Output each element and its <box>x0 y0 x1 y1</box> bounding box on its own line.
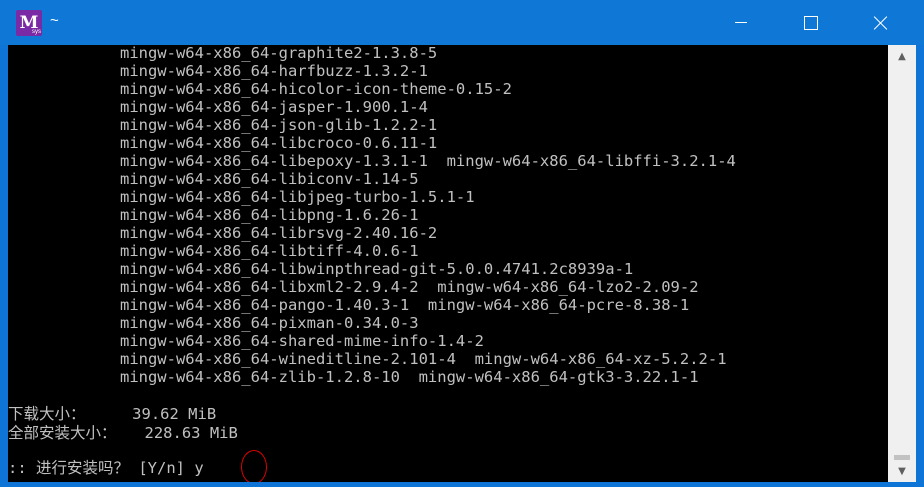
title-bar[interactable]: M sys ~ <box>0 0 924 45</box>
package-line: mingw-w64-x86_64-pixman-0.34.0-3 <box>8 314 419 332</box>
package-line: mingw-w64-x86_64-libepoxy-1.3.1-1 mingw-… <box>8 152 736 170</box>
package-line: mingw-w64-x86_64-graphite2-1.3.8-5 <box>8 45 438 62</box>
package-line: mingw-w64-x86_64-wineditline-2.101-4 min… <box>8 350 727 368</box>
download-size-line: 下载大小： 39.62 MiB <box>8 405 217 423</box>
maximize-button[interactable] <box>788 0 834 45</box>
package-line: mingw-w64-x86_64-hicolor-icon-theme-0.15… <box>8 80 512 98</box>
package-line: mingw-w64-x86_64-libjpeg-turbo-1.5.1-1 <box>8 188 475 206</box>
maximize-icon <box>804 15 818 30</box>
answer-highlight-circle <box>241 450 267 482</box>
scroll-up-arrow-icon[interactable]: ▲ <box>888 45 916 67</box>
vertical-scrollbar[interactable]: ▲ ▼ <box>888 45 916 482</box>
minimize-icon <box>735 22 747 23</box>
package-line: mingw-w64-x86_64-libtiff-4.0.6-1 <box>8 242 419 260</box>
msys2-icon-subtext: sys <box>32 29 41 35</box>
terminal-window: M sys ~ mingw-w64-x86_64-graphite2-1.3.8… <box>0 0 924 487</box>
package-line: mingw-w64-x86_64-harfbuzz-1.3.2-1 <box>8 62 428 80</box>
package-line: mingw-w64-x86_64-libcroco-0.6.11-1 <box>8 134 438 152</box>
install-prompt: :: 进行安装吗？ [Y/n] y <box>8 459 204 477</box>
package-line: mingw-w64-x86_64-libxml2-2.9.4-2 mingw-w… <box>8 278 699 296</box>
package-line: mingw-w64-x86_64-shared-mime-info-1.4-2 <box>8 332 484 350</box>
package-line: mingw-w64-x86_64-librsvg-2.40.16-2 <box>8 224 438 242</box>
msys2-icon[interactable]: M sys <box>16 10 42 36</box>
package-line: mingw-w64-x86_64-libwinpthread-git-5.0.0… <box>8 260 634 278</box>
close-icon <box>873 15 889 31</box>
package-line: mingw-w64-x86_64-libiconv-1.14-5 <box>8 170 419 188</box>
prompt-text: :: 进行安装吗？ [Y/n] <box>8 459 195 477</box>
terminal-output[interactable]: mingw-w64-x86_64-graphite2-1.3.8-5 mingw… <box>8 45 888 482</box>
package-line: mingw-w64-x86_64-libpng-1.6.26-1 <box>8 206 419 224</box>
install-size-line: 全部安装大小： 228.63 MiB <box>8 424 238 442</box>
package-line: mingw-w64-x86_64-zlib-1.2.8-10 mingw-w64… <box>8 368 699 386</box>
package-line: mingw-w64-x86_64-pango-1.40.3-1 mingw-w6… <box>8 296 690 314</box>
prompt-answer[interactable]: y <box>194 459 203 477</box>
minimize-button[interactable] <box>718 0 764 45</box>
scroll-down-arrow-icon[interactable]: ▼ <box>888 460 916 482</box>
close-button[interactable] <box>858 0 904 45</box>
package-line: mingw-w64-x86_64-json-glib-1.2.2-1 <box>8 116 438 134</box>
package-line: mingw-w64-x86_64-jasper-1.900.1-4 <box>8 98 428 116</box>
window-title: ~ <box>50 12 59 29</box>
